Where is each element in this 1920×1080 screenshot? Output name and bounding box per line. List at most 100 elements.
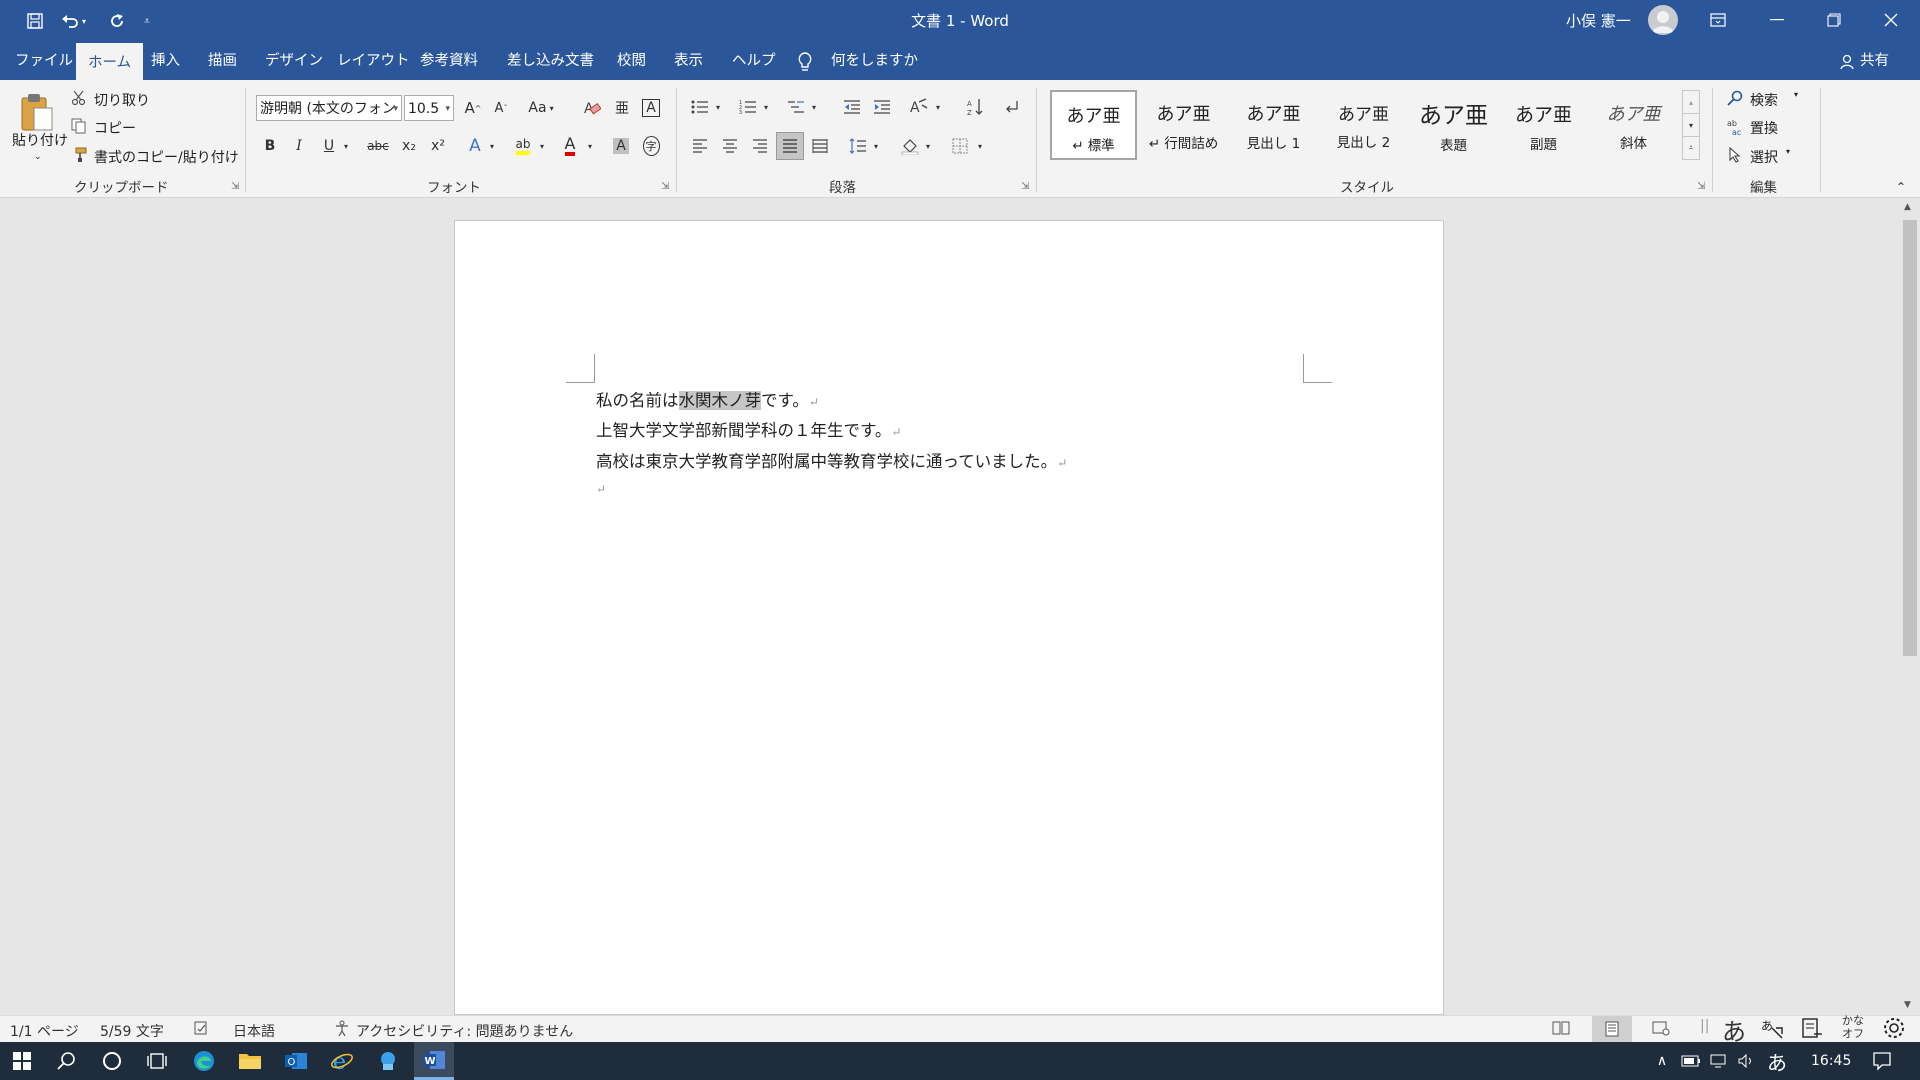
styles-more-icon[interactable]: ⩡ — [1682, 136, 1700, 160]
tab-draw[interactable]: 描画 — [196, 43, 249, 80]
network-icon[interactable] — [1706, 1045, 1732, 1077]
font-color-dropdown-icon[interactable]: ▾ — [584, 134, 596, 158]
tab-file[interactable]: ファイル — [3, 43, 85, 80]
font-size-combo[interactable]: 10.5 ▾ — [404, 95, 454, 121]
scissors-icon[interactable] — [70, 89, 88, 107]
style-heading-2[interactable]: あア亜 見出し 2 — [1320, 90, 1407, 160]
align-left-icon[interactable] — [688, 134, 712, 158]
tab-help[interactable]: ヘルプ — [720, 43, 788, 80]
scroll-down-icon[interactable]: ▼ — [1904, 1000, 1911, 1010]
font-color-icon[interactable]: A — [558, 134, 582, 158]
proofing-icon[interactable] — [193, 1020, 209, 1040]
tell-me-search[interactable]: 何をしますか — [819, 43, 930, 80]
style-no-spacing[interactable]: あア亜 ↵ 行間詰め — [1140, 90, 1227, 160]
notification-center-icon[interactable] — [1862, 1045, 1902, 1077]
enclosed-characters-icon[interactable]: 字 — [640, 134, 662, 158]
format-painter-button[interactable]: 書式のコピー/貼り付け — [94, 147, 239, 167]
phonetic-guide-icon[interactable]: 亜 — [612, 96, 632, 120]
document-line-1[interactable]: 私の名前は水関木ノ芽です。↵ — [596, 387, 819, 411]
copy-icon[interactable] — [70, 117, 88, 135]
italic-button[interactable]: I — [288, 134, 310, 158]
text-effects-icon[interactable]: A — [464, 134, 486, 158]
character-shading-icon[interactable]: A — [610, 134, 632, 158]
asian-layout-dropdown-icon[interactable]: ▾ — [932, 95, 944, 119]
language-status[interactable]: 日本語 — [233, 1021, 275, 1041]
gear-icon[interactable] — [1882, 1016, 1906, 1044]
tab-home[interactable]: ホーム — [76, 43, 144, 82]
select-dropdown-icon[interactable]: ▾ — [1786, 147, 1790, 156]
document-line-3[interactable]: 高校は東京大学教育学部附属中等教育学校に通っていました。↵ — [596, 448, 1067, 472]
find-button[interactable]: 検索 — [1750, 90, 1778, 110]
edge-browser-icon[interactable] — [184, 1045, 224, 1077]
find-dropdown-icon[interactable]: ▾ — [1794, 90, 1798, 99]
decrease-indent-icon[interactable] — [840, 95, 864, 119]
style-title[interactable]: あア亜 表題 — [1410, 90, 1497, 160]
avatar[interactable] — [1648, 5, 1678, 35]
tab-review[interactable]: 校閲 — [605, 43, 658, 80]
font-launcher-icon[interactable]: ⇲ — [661, 181, 669, 192]
cut-button[interactable]: 切り取り — [94, 90, 150, 110]
taskbar-search-icon[interactable] — [47, 1045, 87, 1077]
ribbon-display-options-icon[interactable] — [1690, 0, 1746, 40]
user-name[interactable]: 小俣 憲一 — [1566, 10, 1631, 31]
paste-label[interactable]: 貼り付け — [12, 130, 68, 150]
vertical-scrollbar[interactable]: ▲ ▼ — [1900, 198, 1920, 1015]
clipboard-launcher-icon[interactable]: ⇲ — [231, 181, 239, 192]
borders-icon[interactable] — [948, 134, 972, 158]
strikethrough-button[interactable]: abc — [364, 134, 392, 158]
lightbulb-icon[interactable] — [797, 52, 813, 76]
tab-insert[interactable]: 挿入 — [139, 43, 192, 80]
windows-start-icon[interactable] — [2, 1045, 42, 1077]
page-count-status[interactable]: 1/1 ページ — [10, 1021, 79, 1041]
collapse-ribbon-icon[interactable]: ⌃ — [1896, 180, 1906, 194]
scrollbar-thumb[interactable] — [1903, 220, 1917, 656]
search-icon[interactable] — [1726, 89, 1744, 107]
numbering-dropdown-icon[interactable]: ▾ — [760, 95, 772, 119]
subscript-button[interactable]: x₂ — [398, 134, 420, 158]
line-spacing-dropdown-icon[interactable]: ▾ — [870, 134, 882, 158]
sort-icon[interactable]: AZ — [964, 95, 988, 119]
paste-dropdown-icon[interactable]: ⌄ — [34, 152, 42, 162]
shading-icon[interactable] — [898, 134, 922, 158]
superscript-button[interactable]: x² — [427, 134, 449, 158]
underline-dropdown-icon[interactable]: ▾ — [340, 134, 352, 158]
read-mode-icon[interactable] — [1552, 1020, 1570, 1040]
align-center-icon[interactable] — [718, 134, 742, 158]
show-hidden-icons-icon[interactable]: ∧ — [1650, 1045, 1674, 1077]
style-heading-1[interactable]: あア亜 見出し 1 — [1230, 90, 1317, 160]
tab-design[interactable]: デザイン — [253, 43, 335, 80]
asian-layout-icon[interactable]: A — [906, 95, 932, 119]
highlight-color-icon[interactable]: ab — [510, 134, 536, 158]
paragraph-launcher-icon[interactable]: ⇲ — [1021, 181, 1029, 192]
copy-button[interactable]: コピー — [94, 118, 136, 138]
style-standard[interactable]: あア亜 ↵ 標準 — [1050, 90, 1137, 160]
format-painter-icon[interactable] — [70, 146, 88, 164]
battery-icon[interactable] — [1678, 1045, 1704, 1077]
scroll-up-icon[interactable]: ▲ — [1904, 202, 1911, 212]
multilevel-dropdown-icon[interactable]: ▾ — [808, 95, 820, 119]
style-emphasis[interactable]: あア亜 斜体 — [1590, 90, 1677, 160]
taskbar-clock[interactable]: 16:45 — [1811, 1053, 1851, 1069]
styles-scroll-up-icon[interactable]: ▴ — [1682, 90, 1700, 114]
select-button[interactable]: 選択 — [1750, 147, 1778, 167]
bold-button[interactable]: B — [259, 134, 281, 158]
web-layout-icon[interactable] — [1652, 1020, 1670, 1040]
bullets-icon[interactable] — [688, 95, 712, 119]
minimize-icon[interactable] — [1749, 0, 1805, 40]
outlook-icon[interactable]: O — [276, 1045, 316, 1077]
shading-dropdown-icon[interactable]: ▾ — [922, 134, 934, 158]
line-spacing-icon[interactable] — [846, 134, 870, 158]
kana-lock-status[interactable]: かな オフ — [1842, 1014, 1864, 1040]
accessibility-status[interactable]: アクセシビリティ: 問題ありません — [356, 1021, 573, 1041]
tab-view[interactable]: 表示 — [662, 43, 715, 80]
styles-launcher-icon[interactable]: ⇲ — [1697, 181, 1705, 192]
word-count-status[interactable]: 5/59 文字 — [100, 1021, 164, 1041]
styles-scroll-down-icon[interactable]: ▾ — [1682, 113, 1700, 137]
restore-icon[interactable] — [1806, 0, 1862, 40]
ime-dictionary-icon[interactable] — [1800, 1016, 1824, 1044]
grow-font-icon[interactable]: A ^ — [462, 96, 484, 120]
task-view-icon[interactable] — [137, 1045, 177, 1077]
ime-pad-icon[interactable]: あ — [1760, 1016, 1784, 1044]
file-explorer-icon[interactable] — [230, 1045, 270, 1077]
show-formatting-marks-icon[interactable] — [998, 95, 1022, 119]
